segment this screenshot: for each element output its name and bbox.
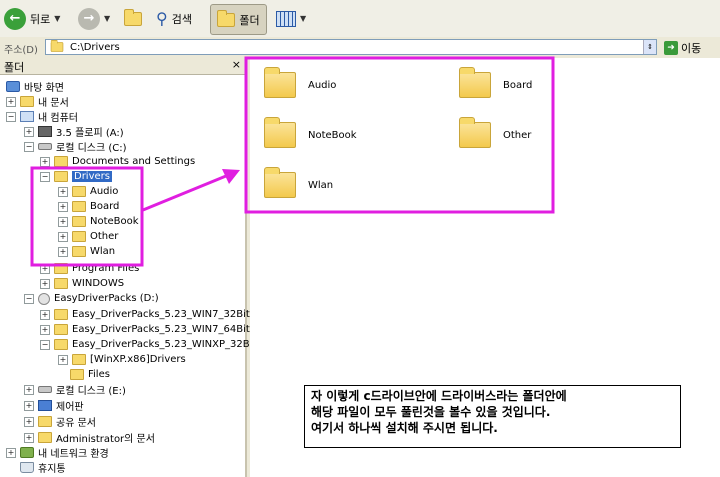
note-line-1: 자 이렇게 c드라이브안에 드라이버스라는 폴더안에 <box>311 389 567 403</box>
highlight-box-tree <box>30 166 144 267</box>
pointer-arrow-line <box>142 174 227 212</box>
highlight-box-content <box>244 56 555 214</box>
note-line-3: 여기서 하나씩 설치해 주시면 됩니다. <box>311 421 498 435</box>
annotation-note: 자 이렇게 c드라이브안에 드라이버스라는 폴더안에 해당 파일이 모두 풀린것… <box>304 385 681 448</box>
note-line-2: 해당 파일이 모두 풀린것을 볼수 있을 것입니다. <box>311 405 551 419</box>
